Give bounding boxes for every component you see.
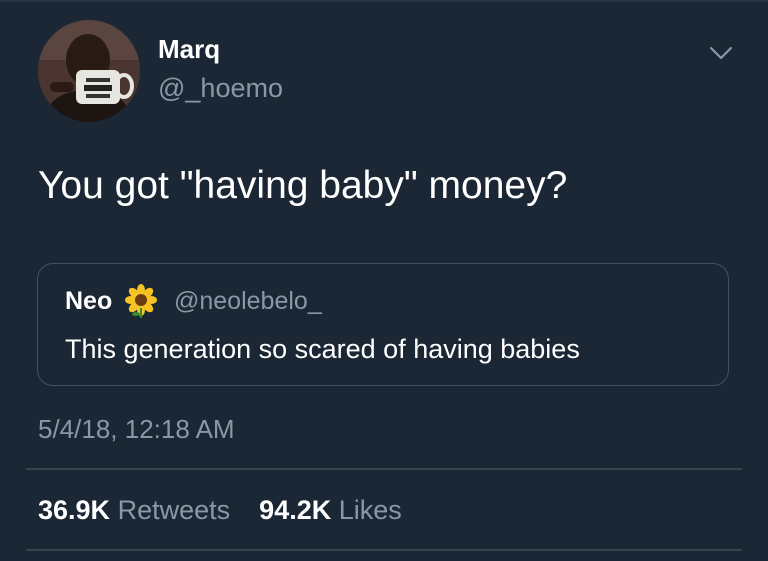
quoted-author-handle: @neolebelo_ bbox=[174, 287, 322, 315]
profile-photo-icon bbox=[38, 20, 140, 122]
retweets-label[interactable]: Retweets bbox=[118, 495, 231, 525]
likes-count[interactable]: 94.2K bbox=[259, 495, 331, 525]
divider bbox=[26, 468, 742, 470]
author-handle[interactable]: @_hoemo bbox=[158, 72, 283, 104]
engagement-stats: 36.9K Retweets 94.2K Likes bbox=[38, 493, 402, 527]
top-border bbox=[0, 0, 768, 2]
avatar[interactable] bbox=[38, 20, 140, 122]
sunflower-icon bbox=[125, 284, 157, 318]
divider bbox=[26, 549, 742, 551]
tweet-text: You got "having baby" money? bbox=[38, 164, 568, 207]
author-display-name[interactable]: Marq bbox=[158, 34, 220, 64]
likes-label[interactable]: Likes bbox=[339, 495, 402, 525]
quoted-tweet-text: This generation so scared of having babi… bbox=[65, 334, 580, 364]
quoted-author-name: Neo bbox=[65, 287, 113, 315]
quoted-tweet[interactable]: Neo @neolebelo_ This generation so scare… bbox=[37, 263, 729, 386]
tweet-timestamp[interactable]: 5/4/18, 12:18 AM bbox=[38, 412, 235, 446]
retweets-count[interactable]: 36.9K bbox=[38, 495, 110, 525]
chevron-down-icon[interactable] bbox=[708, 44, 734, 62]
